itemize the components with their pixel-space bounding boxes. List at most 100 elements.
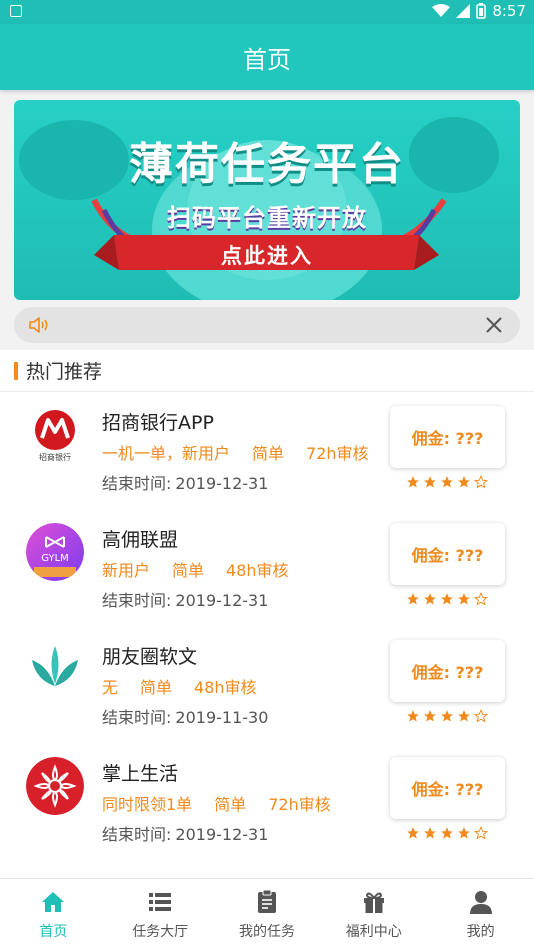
star-filled-icon xyxy=(424,710,436,722)
task-tag: 72h审核 xyxy=(306,444,369,463)
close-icon[interactable] xyxy=(484,315,504,335)
task-item[interactable]: GYLM 高佣联盟 新用户 简单 48h审核 结束时间: 2019-12-31 佣… xyxy=(0,509,534,626)
end-date: 2019-11-30 xyxy=(175,708,269,727)
task-name: 朋友圈软文 xyxy=(102,646,198,668)
gift-icon xyxy=(363,892,384,913)
rating-stars xyxy=(406,475,488,489)
status-bar: 8:57 xyxy=(0,0,534,24)
tab-label: 我的任务 xyxy=(238,923,295,940)
task-end-time: 结束时间: 2019-12-31 xyxy=(102,587,268,611)
home-content[interactable]: 薄荷任务平台 扫码平台重新开放 点此进入 热门推荐 招商银行 招商银行APP 一… xyxy=(0,90,534,878)
task-tags: 一机一单，新用户 简单 72h审核 xyxy=(102,440,369,464)
commission-button[interactable]: 佣金: ??? xyxy=(390,640,505,702)
star-filled-icon xyxy=(407,827,419,839)
task-tag: 简单 xyxy=(172,561,205,580)
commission-button[interactable]: 佣金: ??? xyxy=(390,757,505,819)
notification-icon xyxy=(10,5,22,17)
leaf-logo-icon xyxy=(26,640,84,698)
task-end-time: 结束时间: 2019-11-30 xyxy=(102,704,268,728)
tab-label: 我的 xyxy=(466,923,495,940)
task-tag: 简单 xyxy=(252,444,285,463)
star-filled-icon xyxy=(458,476,470,488)
task-end-time: 结束时间: 2019-12-31 xyxy=(102,470,268,494)
cmb-logo-icon: 招商银行 xyxy=(26,406,84,464)
section-accent-bar xyxy=(14,361,18,380)
commission-button[interactable]: 佣金: ??? xyxy=(390,406,505,468)
commission-button[interactable]: 佣金: ??? xyxy=(390,523,505,585)
logo-text: 招商银行 xyxy=(39,452,71,462)
tab-home[interactable]: 首页 xyxy=(0,879,107,950)
task-item[interactable]: 掌上生活 同时限领1单 简单 72h审核 结束时间: 2019-12-31 佣金:… xyxy=(0,743,534,860)
recommend-panel: 热门推荐 招商银行 招商银行APP 一机一单，新用户 简单 72h审核 结束时间… xyxy=(0,350,534,878)
star-empty-icon xyxy=(474,826,488,840)
star-filled-icon xyxy=(441,593,453,605)
wifi-icon xyxy=(432,4,451,17)
list-icon xyxy=(149,892,172,911)
task-tags: 无 简单 48h审核 xyxy=(102,674,257,698)
tab-welfare[interactable]: 福利中心 xyxy=(320,879,427,950)
star-filled-icon xyxy=(458,710,470,722)
end-label: 结束时间: xyxy=(102,591,172,610)
star-filled-icon xyxy=(458,593,470,605)
tab-task-hall[interactable]: 任务大厅 xyxy=(107,879,214,950)
banner-cta[interactable]: 点此进入 xyxy=(14,240,520,270)
status-icons: 8:57 xyxy=(432,2,526,20)
tab-label: 首页 xyxy=(39,923,68,940)
star-filled-icon xyxy=(424,593,436,605)
end-label: 结束时间: xyxy=(102,474,172,493)
star-empty-icon xyxy=(474,592,488,606)
tab-label: 福利中心 xyxy=(345,923,402,940)
tab-label: 任务大厅 xyxy=(132,923,189,940)
task-tag: 72h审核 xyxy=(268,795,331,814)
logo-text: GYLM xyxy=(41,553,69,564)
task-item[interactable]: 朋友圈软文 无 简单 48h审核 结束时间: 2019-11-30 佣金: ??? xyxy=(0,626,534,743)
task-tag: 48h审核 xyxy=(194,678,257,697)
task-name: 招商银行APP xyxy=(102,412,214,434)
task-name: 高佣联盟 xyxy=(102,529,179,551)
banner-subtitle: 扫码平台重新开放 xyxy=(167,204,367,232)
person-icon xyxy=(469,890,492,914)
star-filled-icon xyxy=(441,827,453,839)
star-empty-icon xyxy=(474,709,488,723)
end-date: 2019-12-31 xyxy=(175,591,269,610)
star-filled-icon xyxy=(441,710,453,722)
task-end-time: 结束时间: 2019-12-31 xyxy=(102,821,268,845)
star-filled-icon xyxy=(441,476,453,488)
clock: 8:57 xyxy=(492,2,526,20)
app-bar: 首页 xyxy=(0,24,534,90)
task-item[interactable]: 招商银行 招商银行APP 一机一单，新用户 简单 72h审核 结束时间: 2019… xyxy=(0,392,534,509)
announcement-bar[interactable] xyxy=(14,307,520,343)
page-title: 首页 xyxy=(243,45,291,74)
task-tag: 简单 xyxy=(140,678,173,697)
star-filled-icon xyxy=(407,593,419,605)
flower-logo-icon xyxy=(26,757,84,815)
rating-stars xyxy=(406,592,488,606)
star-filled-icon xyxy=(424,476,436,488)
home-icon xyxy=(42,891,65,912)
end-label: 结束时间: xyxy=(102,708,172,727)
tab-profile[interactable]: 我的 xyxy=(427,879,534,950)
end-date: 2019-12-31 xyxy=(175,825,269,844)
tab-my-tasks[interactable]: 我的任务 xyxy=(214,879,321,950)
end-date: 2019-12-31 xyxy=(175,474,269,493)
clipboard-icon xyxy=(257,889,276,913)
task-tag: 48h审核 xyxy=(226,561,289,580)
promo-banner[interactable]: 薄荷任务平台 扫码平台重新开放 点此进入 xyxy=(14,100,520,300)
task-name: 掌上生活 xyxy=(102,763,179,785)
star-filled-icon xyxy=(458,827,470,839)
task-tag: 同时限领1单 xyxy=(102,795,193,814)
battery-icon xyxy=(476,3,487,19)
section-header: 热门推荐 xyxy=(0,350,534,392)
gylm-logo-icon: GYLM xyxy=(26,523,84,581)
speaker-icon xyxy=(29,317,48,333)
task-tag: 一机一单，新用户 xyxy=(102,444,231,463)
bottom-tab-bar: 首页 任务大厅 我的任务 福利中心 我的 xyxy=(0,878,534,950)
rating-stars xyxy=(406,709,488,723)
star-filled-icon xyxy=(407,476,419,488)
end-label: 结束时间: xyxy=(102,825,172,844)
star-filled-icon xyxy=(407,710,419,722)
section-title: 热门推荐 xyxy=(26,361,103,383)
task-tag: 无 xyxy=(102,678,119,697)
rating-stars xyxy=(406,826,488,840)
task-tag: 新用户 xyxy=(102,561,151,580)
